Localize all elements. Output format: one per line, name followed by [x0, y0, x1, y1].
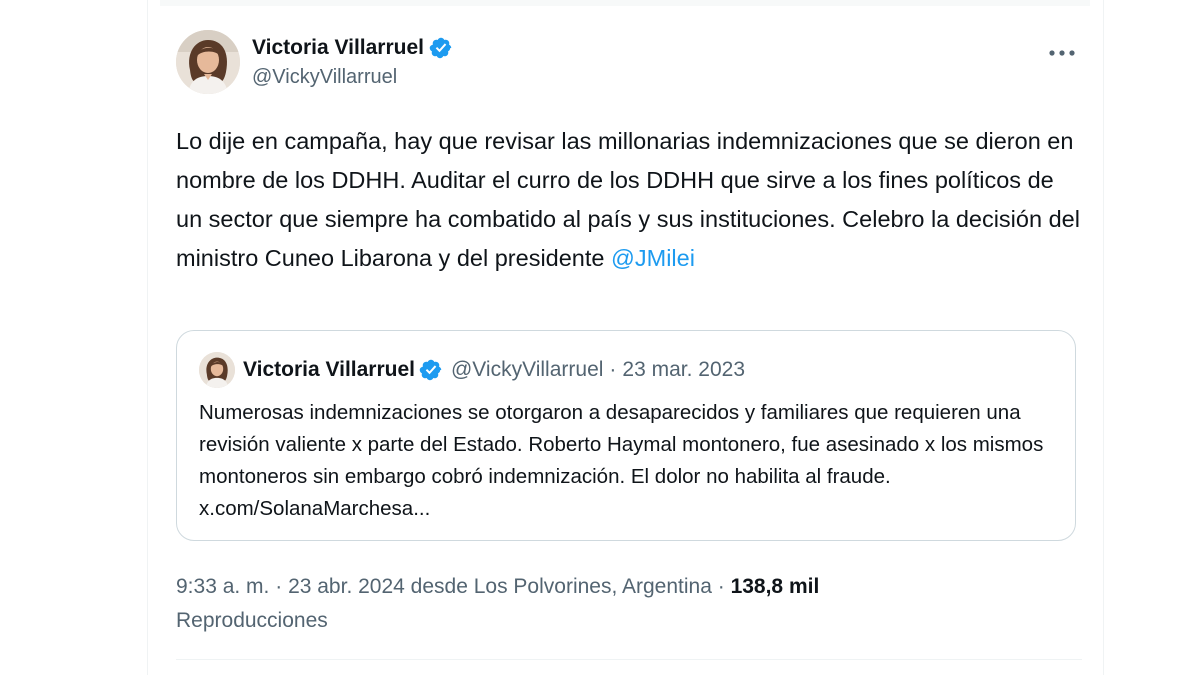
- author-display-name[interactable]: Victoria Villarruel: [252, 36, 424, 60]
- author-names: Victoria Villarruel @VickyVillarruel: [252, 34, 453, 89]
- verified-badge-icon: [419, 359, 442, 381]
- tweet: Victoria Villarruel @VickyVillarruel Lo …: [176, 30, 1082, 632]
- tweet-header: Victoria Villarruel @VickyVillarruel: [176, 30, 1082, 96]
- avatar-photo-icon: [176, 30, 240, 94]
- tweet-time[interactable]: 9:33 a. m.: [176, 575, 269, 598]
- quoted-tweet[interactable]: Victoria Villarruel @VickyVillarruel · 2…: [176, 330, 1076, 541]
- more-options-button[interactable]: [1042, 38, 1082, 68]
- quoted-tweet-header: Victoria Villarruel @VickyVillarruel · 2…: [199, 351, 745, 389]
- avatar-photo-icon: [199, 352, 235, 388]
- quoted-display-name: Victoria Villarruel: [243, 358, 415, 381]
- mention-link[interactable]: @JMilei: [611, 245, 695, 271]
- verified-badge-icon[interactable]: [429, 36, 453, 60]
- more-horizontal-icon: [1049, 50, 1075, 56]
- tweet-meta: 9:33 a. m. · 23 abr. 2024 desde Los Polv…: [176, 570, 1076, 638]
- quoted-handle: @VickyVillarruel: [450, 358, 604, 381]
- timeline-right-border: [1103, 0, 1104, 675]
- quoted-separator: ·: [609, 358, 617, 381]
- top-edge-shade: [160, 0, 1090, 6]
- display-name-row: Victoria Villarruel: [252, 34, 453, 62]
- views-count: 138,8 mil: [730, 575, 820, 598]
- quoted-date: 23 mar. 2023: [622, 358, 746, 381]
- tweet-text: Lo dije en campaña, hay que revisar las …: [176, 122, 1081, 278]
- quoted-avatar: [199, 352, 235, 388]
- meta-separator: ·: [711, 575, 731, 598]
- timeline-left-border: [147, 0, 148, 675]
- author-handle[interactable]: @VickyVillarruel: [252, 66, 453, 89]
- avatar[interactable]: [176, 30, 240, 94]
- views-label: Reproducciones: [176, 609, 328, 632]
- tweet-screenshot: Victoria Villarruel @VickyVillarruel Lo …: [0, 0, 1200, 675]
- tweet-location: desde Los Polvorines, Argentina: [404, 575, 712, 598]
- meta-separator: ·: [269, 575, 289, 598]
- divider: [176, 659, 1082, 660]
- tweet-date[interactable]: 23 abr. 2024: [288, 575, 405, 598]
- quoted-tweet-text: Numerosas indemnizaciones se otorgaron a…: [199, 401, 1044, 520]
